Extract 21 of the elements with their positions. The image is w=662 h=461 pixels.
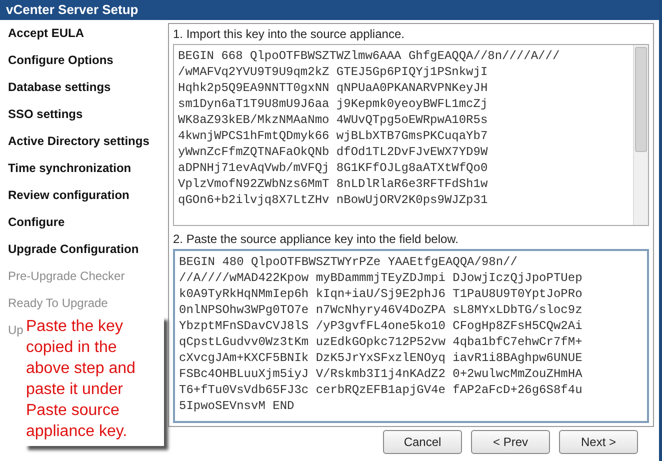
nav-button[interactable]: Cancel	[383, 430, 462, 454]
scrollbar[interactable]	[633, 45, 648, 225]
sidebar-item[interactable]: Upgrade Configuration	[0, 241, 166, 258]
sidebar-item[interactable]: Database settings	[0, 79, 166, 96]
callout-tooltip: Paste the key copied in the above step and paste it under Paste source appliance key.	[24, 316, 164, 446]
key-text: BEGIN 480 QlpoOTFBWSZTWYrPZe YAAEtfgEAQQA/98n// //A////wMAD422Kpow myBDammmjTEyZDJmpi DJowjIczQjJpoPTUep k0A9TyRkHqNMmIep6h kIqn+iaU/Sj9E2phJ6 T1PaU8U9T0YptJoPRo 0nlNPSOhw3WPg0TO7e n7WcNhyry46V4DoZPA sL8MYxLDbTG/sloc9z YbzptMFnSDavCVJ8lS /yP3gvfFL4one5ko10 CFogHp8ZFsH5CQw2Ai qCpstLGudvv0Wz3tKm uzEdkGOpkc712P52vw 4qba1bfC7ehwCr7fM+ cXvcgJAm+KXCF5BNIk DzK5JrYxSFxzlENOyq iavR1i8BAghpw6UNUE FSBc4OHBLuuXjm5iyJ V/Rskmb3I1j4nKAdZ2 0+2wulwcMmZouZHmHA T6+fTu0VsVdb65FJ3c cerbRQzEFB1apjGV4e fAP2aFcD+26g6S8f4u 5IpwoSEVnsvM END	[178, 254, 584, 415]
sidebar-item[interactable]: SSO settings	[0, 106, 166, 123]
key-text: BEGIN 668 QlpoOTFBWSZTWZlmw6AAA GhfgEAQQA//8n////A/// /wMAFVq2YVU9T9U9qm2kZ GTEJ5Gp6PIQYj1PSnkwjI Hqhk2p5Q9EA9NNTT0gxNN qNPUaA0PKANARVPNKeyJH sm1Dyn6aT1T9U8mU9J6aa j9Kepmk0yeoyBWFL1mcZj WK8aZ93kEB/MkzNMAaNmo 4WUvQTpg5oEWRpwA10R5s 4kwnjWPCS1hFmtQDmyk66 wjBLbXTB7GmsPKCuqaYb7 yWwnZcFfmZQTNAFaOkQNb dfOd1TL2DvFJvEWX7YD9W aDPNHj71evAqVwb/mVFQj 8G1KFfOJLg8aATXtWfQo0 VplzVmofN92ZWbNzs6MmT 8nLDlRlaR6e3RFTFdSh1w qGOn6+b2ilvjq8X7LtZHv nBowUjORV2K0ps9WJZp31	[177, 48, 561, 209]
sidebar-item[interactable]: Review configuration	[0, 187, 166, 204]
sidebar-item[interactable]: Time synchronization	[0, 160, 166, 177]
step-label: 1. Import this key into the source appliance.	[172, 26, 406, 43]
key-text-area[interactable]	[173, 44, 649, 226]
sidebar-item[interactable]: Configure	[0, 214, 166, 231]
window-title: vCenter Server Setup	[0, 0, 659, 20]
sidebar-item[interactable]: Active Directory settings	[0, 133, 166, 150]
key-input-field[interactable]	[173, 249, 649, 423]
nav-button[interactable]: Next >	[559, 430, 638, 454]
step-label: 2. Paste the source appliance key into the field below.	[172, 231, 460, 248]
nav-button[interactable]: < Prev	[471, 430, 550, 454]
sidebar-item[interactable]: Configure Options	[0, 52, 166, 69]
sidebar-item[interactable]: Accept EULA	[0, 25, 166, 42]
